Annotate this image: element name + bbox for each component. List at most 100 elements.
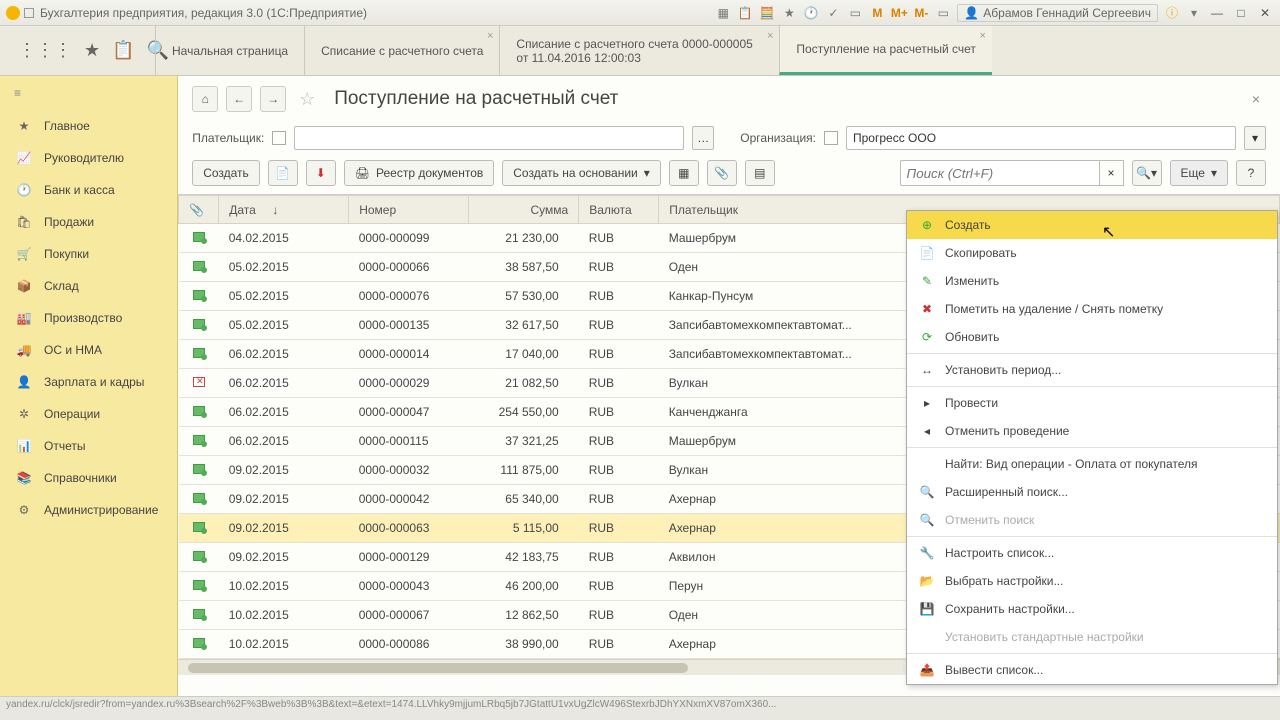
sidebar-item[interactable]: 📈Руководителю — [0, 142, 177, 174]
more-button[interactable]: Еще ▾ — [1170, 160, 1228, 186]
menu-copy[interactable]: 📄Скопировать — [907, 239, 1277, 267]
sidebar-item[interactable]: ✲Операции — [0, 398, 177, 430]
apps-icon[interactable]: ⋮⋮⋮ — [18, 40, 72, 61]
sidebar-item[interactable]: 🏭Производство — [0, 302, 177, 334]
cell-date: 06.02.2015 — [219, 427, 349, 456]
menu-refresh[interactable]: ⟳Обновить — [907, 323, 1277, 351]
home-button[interactable]: ⌂ — [192, 86, 218, 112]
close-icon[interactable]: × — [767, 30, 773, 42]
menu-export[interactable]: 📤Вывести список... — [907, 656, 1277, 684]
menu-choose-settings[interactable]: 📂Выбрать настройки... — [907, 567, 1277, 595]
menu-find[interactable]: Найти: Вид операции - Оплата от покупате… — [907, 450, 1277, 478]
save-icon: 💾 — [919, 602, 935, 616]
tb-icon-1[interactable]: ▦ — [715, 5, 731, 21]
payer-filter-dropdown[interactable]: … — [692, 126, 714, 150]
col-date[interactable]: Дата ↓ — [219, 196, 349, 224]
dropdown-icon[interactable]: ▾ — [1186, 5, 1202, 21]
tabbar: ⋮⋮⋮ ★ 📋 🔍 Начальная страница Списание с … — [0, 26, 1280, 76]
info-icon[interactable]: ⓘ — [1164, 5, 1180, 21]
close-icon[interactable]: × — [487, 30, 493, 42]
col-sum[interactable]: Сумма — [469, 196, 579, 224]
m-minus-icon[interactable]: M- — [913, 5, 929, 21]
forward-button[interactable]: → — [260, 86, 286, 112]
clipboard-icon[interactable]: 📋 — [112, 40, 134, 61]
org-filter-dropdown[interactable]: ▾ — [1244, 126, 1266, 150]
tb-icon-8[interactable]: ▭ — [935, 5, 951, 21]
help-button[interactable]: ? — [1236, 160, 1266, 186]
menu-customize[interactable]: 🔧Настроить список... — [907, 539, 1277, 567]
sidebar-collapse-icon[interactable]: ≡ — [0, 76, 177, 110]
menu-save-settings[interactable]: 💾Сохранить настройки... — [907, 595, 1277, 623]
close-icon[interactable]: × — [979, 30, 985, 42]
menu-edit[interactable]: ✎Изменить — [907, 267, 1277, 295]
sidebar-item[interactable]: 🛒Покупки — [0, 238, 177, 270]
attach-button[interactable]: 📎 — [707, 160, 737, 186]
cell-number: 0000-000086 — [349, 630, 469, 659]
sidebar-item[interactable]: ⚙Администрирование — [0, 494, 177, 526]
period-icon: ↔ — [919, 363, 935, 377]
org-filter-input[interactable]: Прогресс ООО — [846, 126, 1236, 150]
tab-start[interactable]: Начальная страница — [155, 26, 304, 75]
col-attach[interactable]: 📎 — [179, 196, 219, 224]
cell-currency: RUB — [579, 572, 659, 601]
create-button[interactable]: Создать — [192, 160, 260, 186]
menu-period[interactable]: ↔Установить период... — [907, 356, 1277, 384]
col-currency[interactable]: Валюта — [579, 196, 659, 224]
tb-icon-5[interactable]: 🕐 — [803, 5, 819, 21]
cell-sum: 21 230,00 — [469, 224, 579, 253]
search-clear-button[interactable]: × — [1100, 160, 1124, 186]
sidebar-item[interactable]: ★Главное — [0, 110, 177, 142]
star-icon[interactable]: ★ — [84, 40, 100, 61]
tab-writeoff[interactable]: Списание с расчетного счета× — [304, 26, 499, 75]
menu-post[interactable]: ▸Провести — [907, 389, 1277, 417]
sidebar-item[interactable]: 📊Отчеты — [0, 430, 177, 462]
tb-icon-2[interactable]: 📋 — [737, 5, 753, 21]
statusbar: yandex.ru/clck/jsredir?from=yandex.ru%3B… — [0, 696, 1280, 714]
menu-adv-search[interactable]: 🔍Расширенный поиск... — [907, 478, 1277, 506]
maximize-button[interactable]: □ — [1232, 5, 1250, 21]
cell-currency: RUB — [579, 601, 659, 630]
menu-std-settings[interactable]: Установить стандартные настройки — [907, 623, 1277, 651]
tab-receipt[interactable]: Поступление на расчетный счет× — [779, 26, 992, 75]
search-input[interactable] — [900, 160, 1100, 186]
sidebar-item[interactable]: 📦Склад — [0, 270, 177, 302]
page-close-button[interactable]: × — [1252, 91, 1266, 107]
minimize-button[interactable]: — — [1208, 5, 1226, 21]
user-badge[interactable]: 👤 Абрамов Геннадий Сергеевич — [957, 4, 1158, 22]
list-button[interactable]: ▤ — [745, 160, 775, 186]
close-window-button[interactable]: ✕ — [1256, 5, 1274, 21]
sidebar: ≡ ★Главное📈Руководителю🕐Банк и касса🛍Про… — [0, 76, 178, 696]
cell-currency: RUB — [579, 514, 659, 543]
tb-icon-4[interactable]: ★ — [781, 5, 797, 21]
search-button[interactable]: 🔍▾ — [1132, 160, 1162, 186]
back-button[interactable]: ← — [226, 86, 252, 112]
menu-unpost[interactable]: ◂Отменить проведение — [907, 417, 1277, 445]
org-filter-checkbox[interactable] — [824, 131, 838, 145]
sidebar-item[interactable]: 🕐Банк и касса — [0, 174, 177, 206]
sidebar-item[interactable]: 🛍Продажи — [0, 206, 177, 238]
payer-filter-input[interactable] — [294, 126, 684, 150]
tab-writeoff-doc[interactable]: Списание с расчетного счета 0000-000005 … — [499, 26, 779, 75]
copy-button[interactable]: 📄 — [268, 160, 298, 186]
m-icon[interactable]: M — [869, 5, 885, 21]
registry-button[interactable]: 🖨 Реестр документов — [344, 160, 494, 186]
col-number[interactable]: Номер — [349, 196, 469, 224]
sidebar-item[interactable]: 👤Зарплата и кадры — [0, 366, 177, 398]
posted-icon — [193, 290, 205, 300]
menu-mark-delete[interactable]: ✖Пометить на удаление / Снять пометку — [907, 295, 1277, 323]
print-button[interactable]: ▦ — [669, 160, 699, 186]
m-plus-icon[interactable]: M+ — [891, 5, 907, 21]
favorite-button[interactable]: ☆ — [294, 86, 320, 112]
sidebar-item[interactable]: 📚Справочники — [0, 462, 177, 494]
tb-icon-3[interactable]: 🧮 — [759, 5, 775, 21]
titlebar: Бухгалтерия предприятия, редакция 3.0 (1… — [0, 0, 1280, 26]
payer-filter-checkbox[interactable] — [272, 131, 286, 145]
menu-create[interactable]: ⊕Создать — [907, 211, 1277, 239]
titlebar-dropdown-icon[interactable] — [24, 8, 34, 18]
tb-icon-7[interactable]: ▭ — [847, 5, 863, 21]
tb-icon-6[interactable]: ✓ — [825, 5, 841, 21]
sidebar-item-label: Справочники — [44, 471, 117, 485]
create-based-button[interactable]: Создать на основании ▾ — [502, 160, 661, 186]
sidebar-item[interactable]: 🚚ОС и НМА — [0, 334, 177, 366]
load-button[interactable]: ⬇ — [306, 160, 336, 186]
